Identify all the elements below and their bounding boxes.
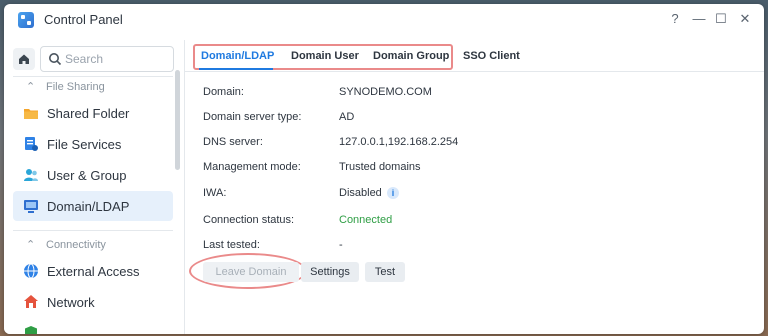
chevron-up-icon: ⌃ [26,81,36,93]
sidebar-item-label: External Access [47,264,140,279]
close-icon[interactable]: ✕ [736,10,754,28]
sidebar-item-label: File Services [47,137,122,152]
iwa-label: IWA: [203,187,227,199]
sidebar-item-label: User & Group [47,168,127,183]
globe-icon [24,263,38,279]
server-type-value: AD [339,111,355,123]
info-icon[interactable]: i [387,187,399,199]
main-content: Domain/LDAP Domain User Domain Group SSO… [184,40,764,334]
sidebar-item-label: Domain/LDAP [47,199,130,214]
search-input[interactable] [65,51,165,67]
dns-server-label: DNS server: [203,136,263,148]
sidebar-item-label: Network [47,295,95,310]
chevron-up-icon: ⌃ [26,239,36,251]
search-box[interactable] [40,46,174,72]
test-button[interactable]: Test [365,262,405,282]
tab-sso-client[interactable]: SSO Client [463,50,520,62]
domain-ldap-icon [24,200,38,213]
last-tested-value: - [339,239,343,251]
dns-server-value: 127.0.0.1,192.168.2.254 [339,136,459,148]
settings-button[interactable]: Settings [301,262,359,282]
tab-bar: Domain/LDAP Domain User Domain Group SSO… [185,40,764,72]
domain-label: Domain: [203,86,244,98]
search-icon [49,53,62,66]
control-panel-icon [18,12,34,28]
sidebar-item-user-group[interactable]: User & Group [13,160,173,190]
file-services-icon [25,137,38,151]
connection-status-label: Connection status: [203,214,295,226]
sidebar-item-network[interactable]: Network [13,287,173,317]
sidebar-divider [13,76,173,77]
home-button[interactable] [13,48,35,70]
connection-status-value: Connected [339,214,393,226]
iwa-value: Disabled [339,187,382,199]
user-group-icon [24,169,38,181]
tab-domain-group[interactable]: Domain Group [373,50,449,62]
window-title: Control Panel [44,12,123,27]
help-icon[interactable]: ? [666,10,684,28]
sidebar-item-domain-ldap[interactable]: Domain/LDAP [13,191,173,221]
leave-domain-button[interactable]: Leave Domain [203,262,299,282]
server-type-label: Domain server type: [203,111,302,123]
management-mode-value: Trusted domains [339,161,421,173]
section-label: File Sharing [46,81,105,93]
domain-value: SYNODEMO.COM [339,86,432,98]
sidebar-item-shared-folder[interactable]: Shared Folder [13,98,173,128]
sidebar-item-external-access[interactable]: External Access [13,256,173,286]
network-icon [24,295,38,308]
section-file-sharing[interactable]: ⌃ File Sharing [26,80,105,93]
minimize-icon[interactable]: — [690,10,708,28]
section-connectivity[interactable]: ⌃ Connectivity [26,238,106,251]
tab-domain-user[interactable]: Domain User [291,50,359,62]
maximize-icon[interactable]: ☐ [712,10,730,28]
last-tested-label: Last tested: [203,239,260,251]
sidebar-item-label: Shared Folder [47,106,130,121]
home-icon [19,54,29,64]
title-bar: Control Panel ? — ☐ ✕ [4,4,764,34]
security-icon [25,326,37,334]
sidebar-item-partial[interactable] [13,318,173,334]
sidebar-divider [13,230,173,231]
tab-domain-ldap[interactable]: Domain/LDAP [201,50,274,62]
sidebar-item-file-services[interactable]: File Services [13,129,173,159]
folder-icon [24,109,38,119]
active-tab-indicator [199,68,273,70]
control-panel-window: Control Panel ? — ☐ ✕ ⌃ File Sharing [4,4,764,334]
management-mode-label: Management mode: [203,161,301,173]
sidebar-scrollbar[interactable] [175,70,180,170]
section-label: Connectivity [46,239,106,251]
sidebar: ⌃ File Sharing Shared Folder File Service… [4,40,184,334]
